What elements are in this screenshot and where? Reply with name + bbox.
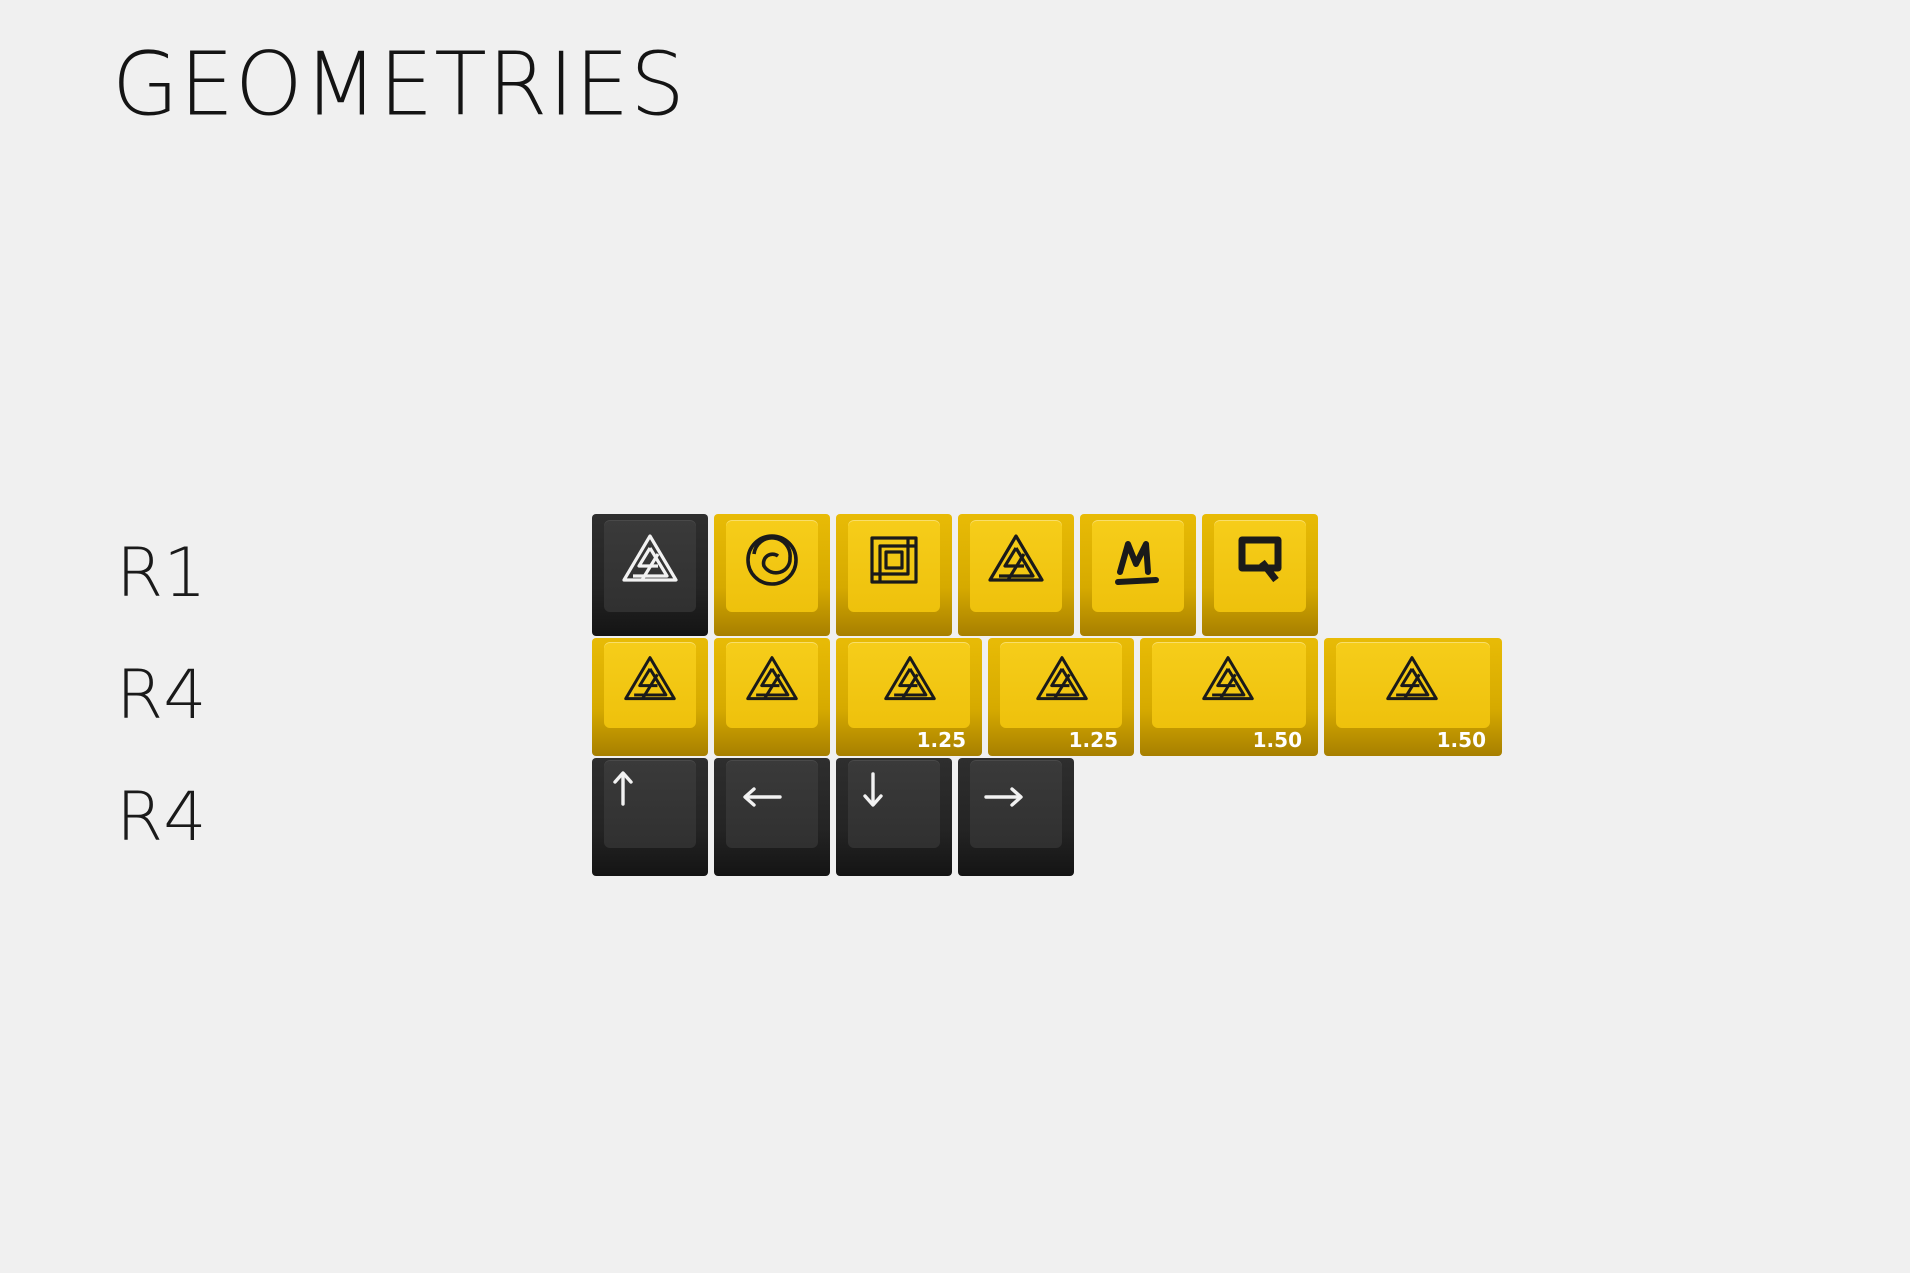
keycap-m	[1080, 514, 1196, 636]
arrow-up-icon	[613, 771, 633, 806]
keycap-size-label: 1.25	[1068, 728, 1118, 752]
impossible-square-icon	[870, 536, 918, 584]
penrose-triangle-icon	[884, 656, 936, 701]
keycap-q	[1202, 514, 1318, 636]
keycap-arrow-down	[836, 758, 952, 876]
keycap-circle	[714, 514, 830, 636]
page-title: GEOMETRIES	[112, 34, 686, 136]
row-label-r4-arrows: R4	[116, 778, 207, 857]
keycap-arrow-up	[592, 758, 708, 876]
arrow-right-icon	[984, 787, 1023, 807]
keycap-penrose-1u	[714, 638, 830, 756]
keycap-size-label: 1.50	[1252, 728, 1302, 752]
letter-m-icon	[1115, 541, 1159, 585]
keycap-arrow-right	[958, 758, 1074, 876]
keycap-size-label: 1.25	[916, 728, 966, 752]
keycap-penrose-dark	[592, 514, 708, 636]
keycap-penrose	[958, 514, 1074, 636]
penrose-triangle-icon	[624, 656, 676, 701]
arrow-left-icon	[743, 787, 782, 807]
keycap-penrose-1-50u: 1.50	[1140, 638, 1318, 756]
penrose-triangle-icon	[622, 534, 678, 582]
keycap-size-label: 1.50	[1436, 728, 1486, 752]
keycap-penrose-1-25u: 1.25	[836, 638, 982, 756]
penrose-triangle-icon	[1202, 656, 1254, 701]
row-label-r1: R1	[116, 534, 207, 613]
penrose-triangle-icon	[1036, 656, 1088, 701]
arrow-down-icon	[863, 772, 883, 807]
penrose-triangle-icon	[1386, 656, 1438, 701]
keycap-penrose-1-50u: 1.50	[1324, 638, 1502, 756]
letter-q-icon	[1238, 536, 1282, 583]
keycap-penrose-1u	[592, 638, 708, 756]
keycap-penrose-1-25u: 1.25	[988, 638, 1134, 756]
keycap-arrow-left	[714, 758, 830, 876]
penrose-triangle-icon	[746, 656, 798, 701]
circle-swirl-icon	[746, 534, 798, 586]
penrose-triangle-icon	[988, 534, 1044, 582]
keycap-square	[836, 514, 952, 636]
row-label-r4: R4	[116, 656, 207, 735]
